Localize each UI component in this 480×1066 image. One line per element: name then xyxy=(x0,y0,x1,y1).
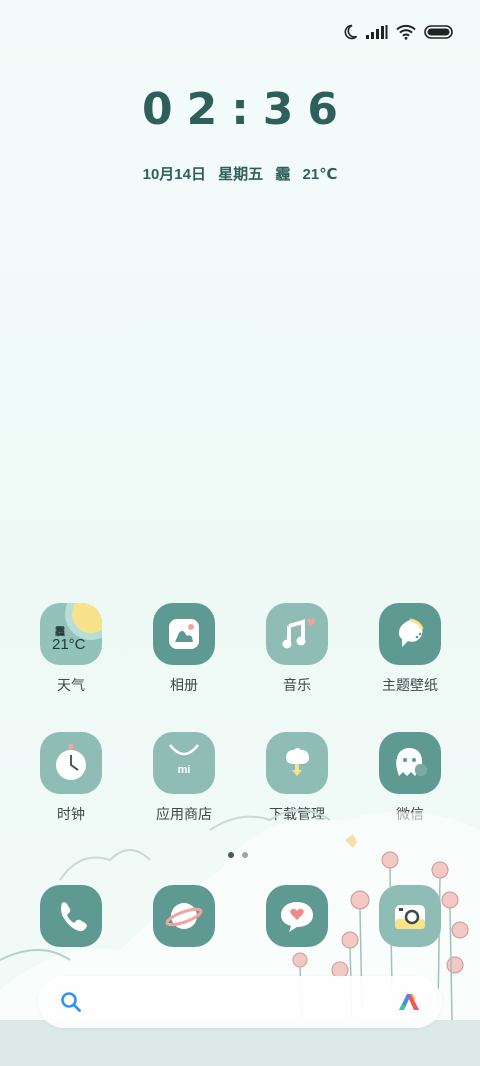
app-themes[interactable]: 主题壁纸 xyxy=(360,603,460,695)
page-dot-active[interactable] xyxy=(228,852,234,858)
clock-icon xyxy=(40,732,102,794)
app-label: 相册 xyxy=(170,677,198,693)
search-icon xyxy=(61,992,81,1012)
messages-icon xyxy=(266,885,328,947)
phone-icon xyxy=(40,885,102,947)
themes-icon xyxy=(379,603,441,665)
dock-messages[interactable] xyxy=(247,885,347,947)
download-icon xyxy=(266,732,328,794)
signal-icon xyxy=(366,25,388,39)
wechat-icon xyxy=(379,732,441,794)
app-gallery[interactable]: 相册 xyxy=(134,603,234,695)
battery-icon xyxy=(424,25,453,39)
dock-camera[interactable] xyxy=(360,885,460,947)
app-label: 主题壁纸 xyxy=(382,677,438,693)
dock-browser[interactable] xyxy=(134,885,234,947)
app-store-icon: mi xyxy=(153,732,215,794)
date-weekday: 星期五 xyxy=(218,166,264,183)
svg-text:mi: mi xyxy=(178,764,191,776)
weather-widget-temp: 21°C xyxy=(52,636,86,653)
music-icon xyxy=(266,603,328,665)
date-day: 10月14日 xyxy=(142,166,206,183)
moon-icon xyxy=(344,24,358,40)
lockscreen-clock: 02:36 xyxy=(141,84,353,135)
page-dot[interactable] xyxy=(242,852,248,858)
assistant-icon[interactable] xyxy=(396,990,422,1014)
dock-phone[interactable] xyxy=(21,885,121,947)
date-temp: 21℃ xyxy=(302,166,338,183)
status-bar xyxy=(342,20,454,44)
date-weather: 霾 xyxy=(275,166,291,183)
page-indicator[interactable] xyxy=(228,852,248,858)
app-label: 音乐 xyxy=(283,677,311,693)
date-line: 10月14日 星期五 霾 21℃ xyxy=(0,163,480,184)
camera-icon xyxy=(379,885,441,947)
app-label: 天气 xyxy=(57,677,85,693)
search-bar[interactable] xyxy=(38,976,442,1028)
app-music[interactable]: 音乐 xyxy=(247,603,347,695)
gallery-icon xyxy=(153,603,215,665)
app-weather[interactable]: 霾 21°C 天气 xyxy=(21,603,121,695)
browser-icon xyxy=(153,885,215,947)
weather-icon: 霾 21°C xyxy=(40,603,102,665)
wifi-icon xyxy=(396,24,416,40)
